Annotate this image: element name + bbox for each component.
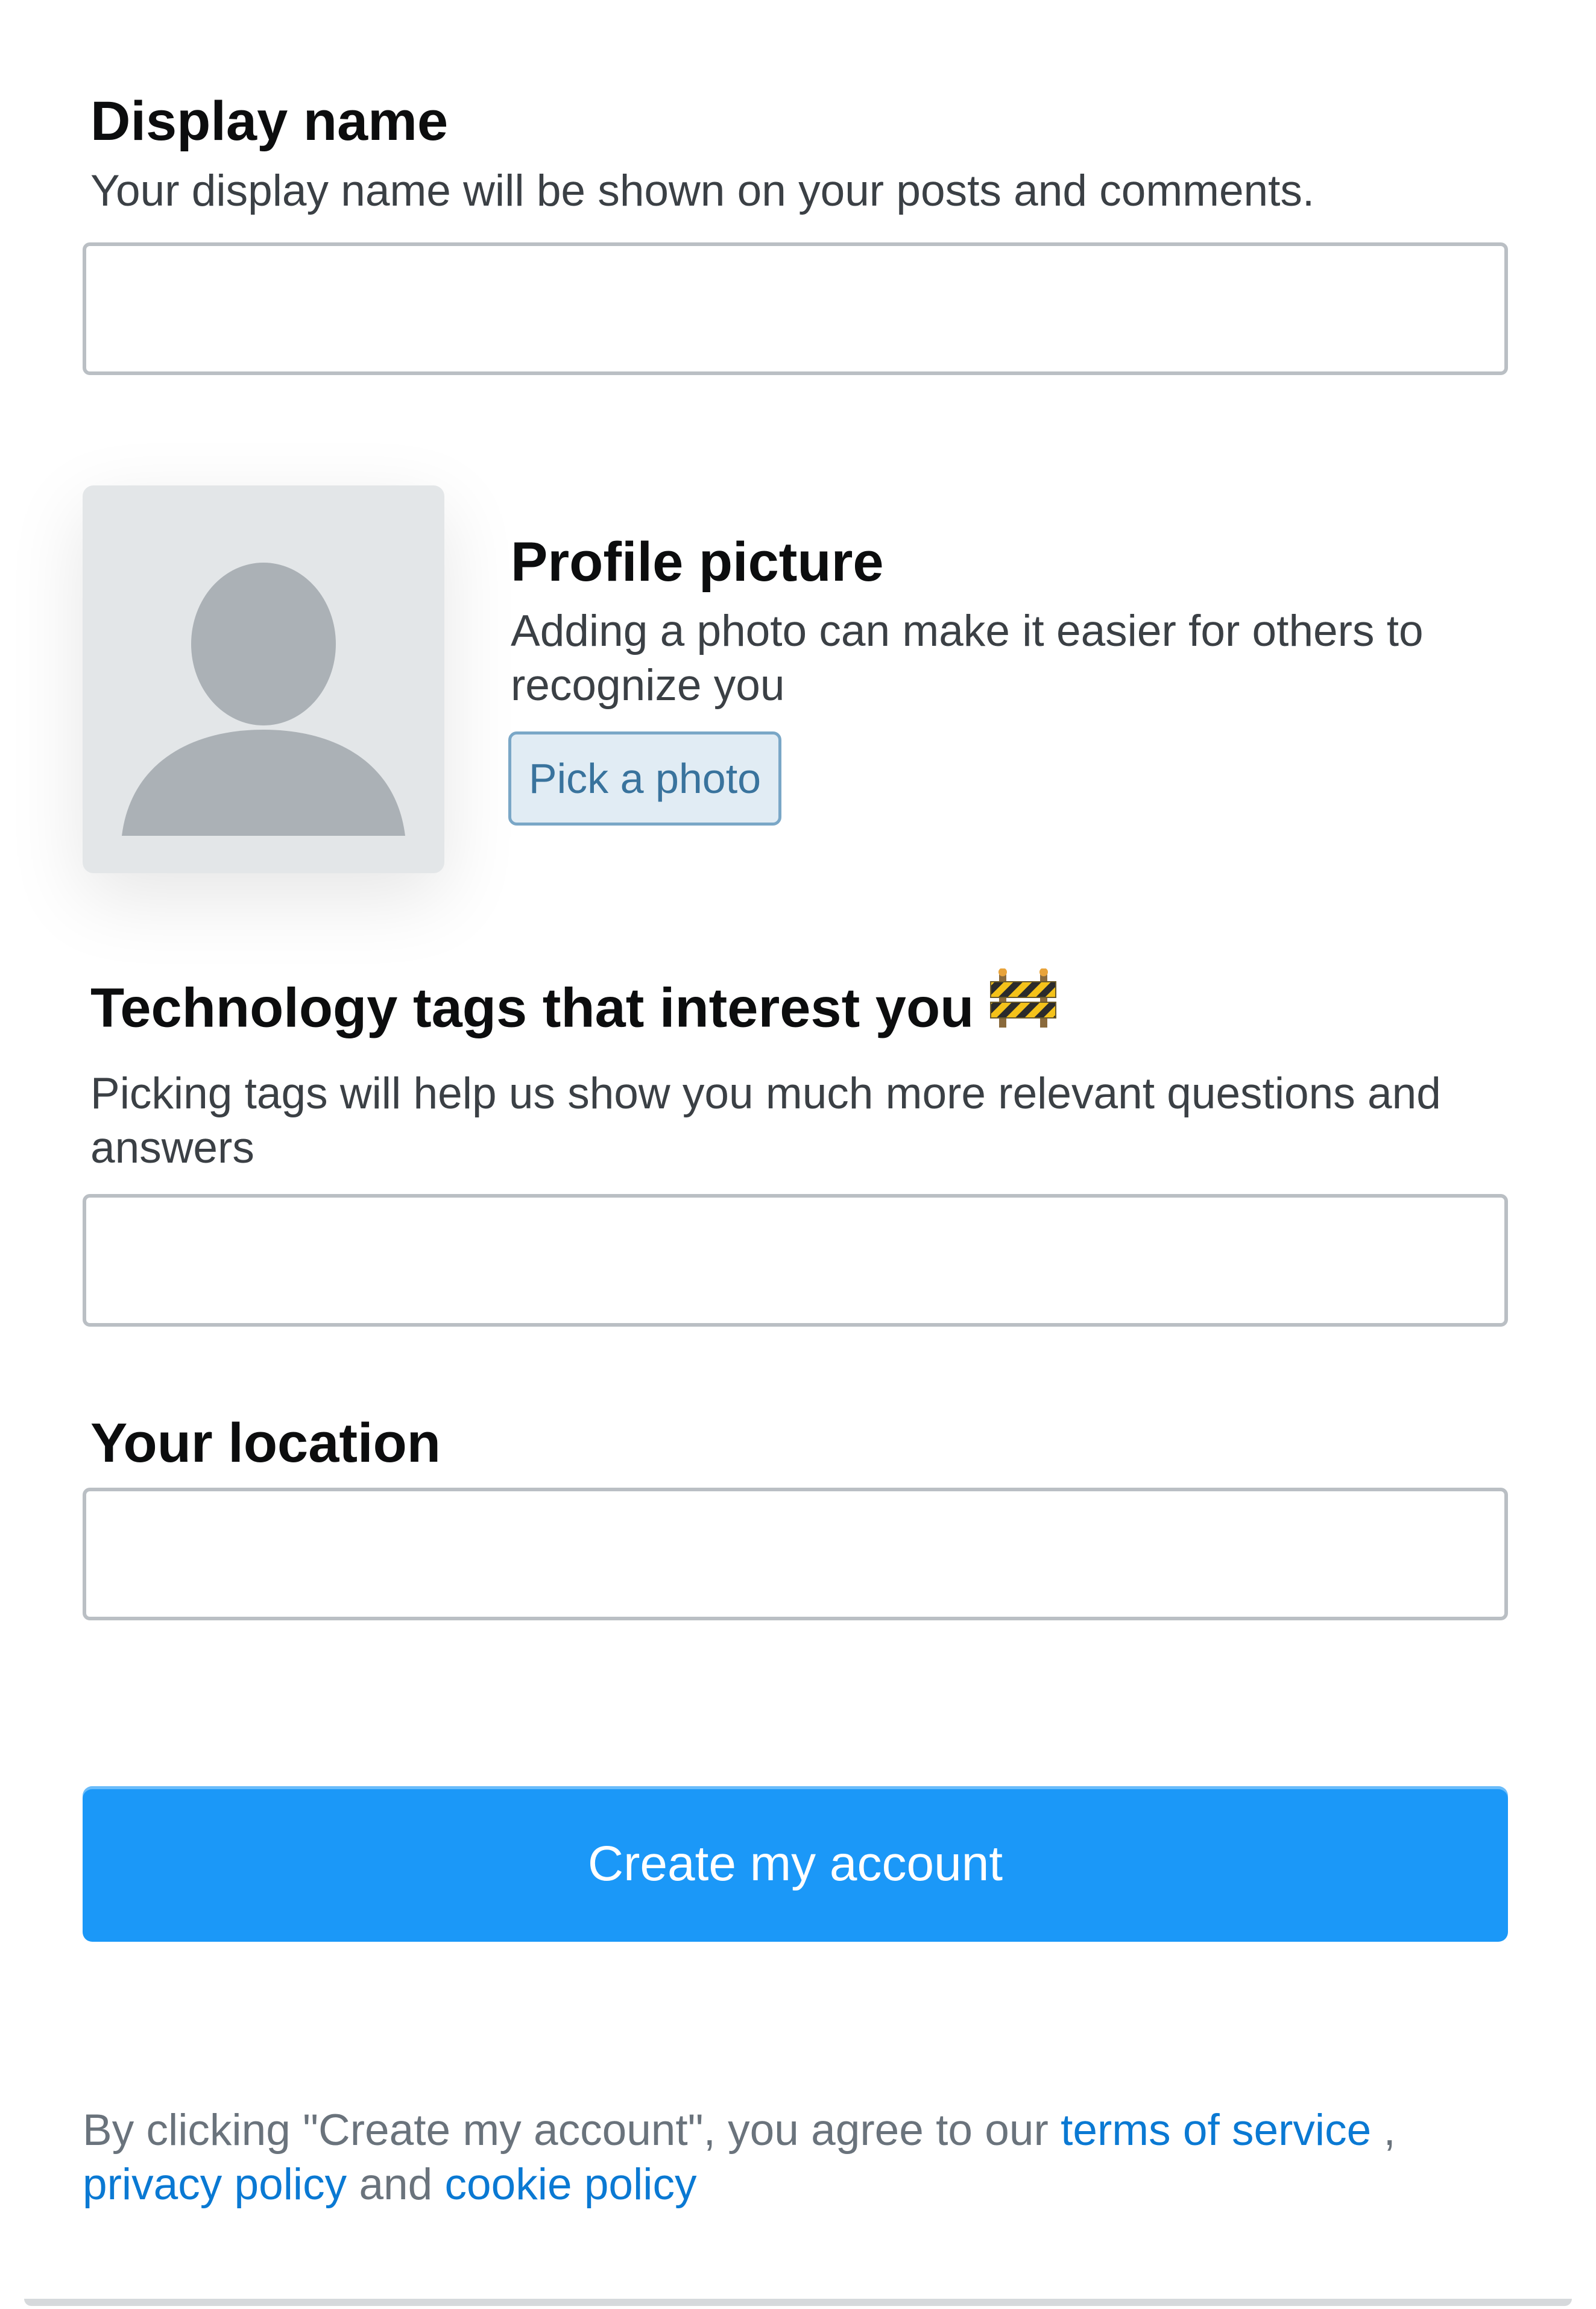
display-name-title: Display name (90, 90, 449, 152)
legal-separator-and: and (347, 2160, 445, 2209)
tags-input[interactable] (83, 1194, 1508, 1327)
location-input[interactable] (83, 1488, 1508, 1620)
profile-picture-title: Profile picture (511, 531, 884, 593)
tags-heading: Technology tags that interest you (90, 968, 1057, 1049)
legal-prefix: By clicking "Create my account", you agr… (83, 2106, 1061, 2155)
privacy-policy-link[interactable]: privacy policy (83, 2160, 347, 2209)
avatar-placeholder (83, 485, 444, 873)
pick-photo-button[interactable]: Pick a photo (508, 731, 781, 826)
profile-picture-description: Adding a photo can make it easier for ot… (511, 607, 1424, 710)
terms-of-service-link[interactable]: terms of service (1061, 2106, 1371, 2155)
user-silhouette-icon (122, 563, 405, 836)
tags-title: Technology tags that interest you (90, 977, 974, 1039)
legal-notice: By clicking "Create my account", you agr… (83, 2103, 1508, 2212)
cookie-policy-link[interactable]: cookie policy (445, 2160, 697, 2209)
location-title: Your location (90, 1412, 441, 1474)
card-bottom-border (24, 2299, 1572, 2306)
construction-barrier-icon (989, 968, 1057, 1043)
display-name-description: Your display name will be shown on your … (90, 166, 1315, 215)
tags-description: Picking tags will help us show you much … (90, 1069, 1441, 1172)
display-name-input[interactable] (83, 242, 1508, 375)
profile-setup-form: Display name Your display name will be s… (0, 0, 1596, 2309)
legal-separator-comma: , (1371, 2106, 1396, 2155)
create-account-button[interactable]: Create my account (83, 1786, 1508, 1942)
